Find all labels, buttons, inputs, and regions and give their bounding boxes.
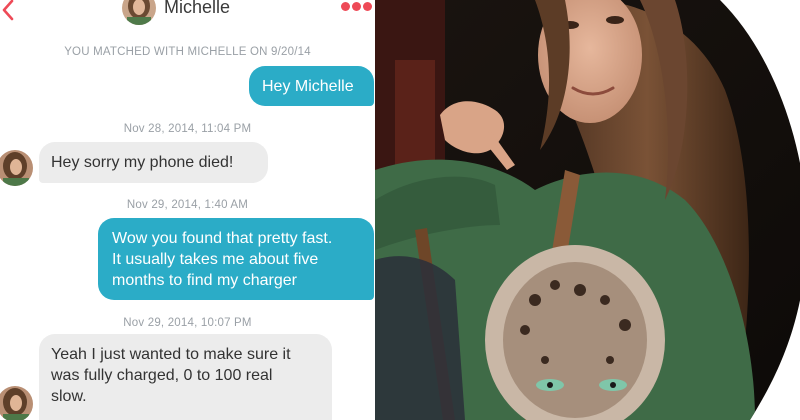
back-icon[interactable]	[0, 0, 20, 22]
message-text: Wow you found that pretty fast. It usual…	[112, 230, 333, 289]
outgoing-message: Hey Michelle	[249, 66, 374, 106]
message-text: Hey Michelle	[262, 78, 354, 95]
message-timestamp: Nov 29, 2014, 1:40 AM	[126, 199, 249, 211]
chat-title: Michelle	[164, 0, 231, 17]
chat-header: Michelle	[0, 0, 375, 25]
header-avatar[interactable]	[122, 0, 156, 25]
match-notice: YOU MATCHED WITH MICHELLE ON 9/20/14	[64, 46, 311, 58]
chat-panel: Michelle YOU MATCHED WITH MICHELLE ON 9/…	[0, 0, 375, 420]
profile-photo	[375, 0, 800, 420]
message-timestamp: Nov 29, 2014, 10:07 PM	[123, 317, 252, 329]
more-options-icon[interactable]	[341, 2, 373, 12]
incoming-message: Yeah I just wanted to make sure it was f…	[39, 334, 332, 420]
message-text: Hey sorry my phone died!	[51, 154, 234, 171]
sender-avatar[interactable]	[0, 150, 33, 186]
message-timestamp: Nov 28, 2014, 11:04 PM	[123, 123, 252, 135]
message-text: Yeah I just wanted to make sure it was f…	[51, 346, 291, 405]
outgoing-message: Wow you found that pretty fast. It usual…	[98, 218, 374, 300]
incoming-message: Hey sorry my phone died!	[39, 142, 268, 183]
sender-avatar[interactable]	[0, 386, 33, 420]
